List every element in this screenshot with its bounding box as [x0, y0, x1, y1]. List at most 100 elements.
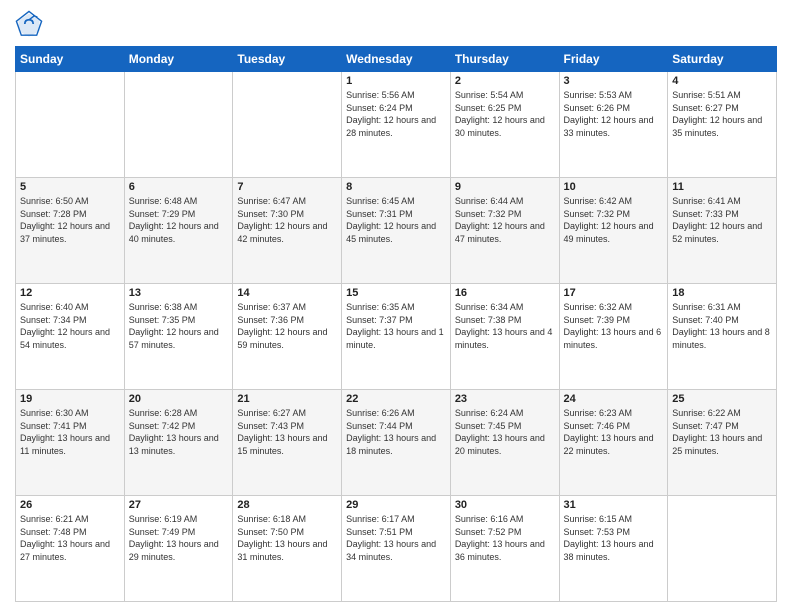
day-info: Sunrise: 6:16 AMSunset: 7:52 PMDaylight:… — [455, 513, 555, 563]
day-number: 20 — [129, 393, 229, 405]
day-info: Sunrise: 6:40 AMSunset: 7:34 PMDaylight:… — [20, 301, 120, 351]
day-number: 25 — [672, 393, 772, 405]
day-cell: 21Sunrise: 6:27 AMSunset: 7:43 PMDayligh… — [233, 390, 342, 496]
day-info: Sunrise: 6:22 AMSunset: 7:47 PMDaylight:… — [672, 407, 772, 457]
calendar-table: SundayMondayTuesdayWednesdayThursdayFrid… — [15, 46, 777, 602]
day-number: 30 — [455, 499, 555, 511]
day-number: 11 — [672, 181, 772, 193]
day-cell: 24Sunrise: 6:23 AMSunset: 7:46 PMDayligh… — [559, 390, 668, 496]
day-cell: 30 Sunrise: 6:16 AMSunset: 7:52 PMDayligh… — [450, 496, 559, 602]
day-info: Sunrise: 6:31 AMSunset: 7:40 PMDaylight:… — [672, 301, 772, 351]
day-number: 5 — [20, 181, 120, 193]
day-cell: 17 Sunrise: 6:32 AMSunset: 7:39 PMDayligh… — [559, 284, 668, 390]
day-number: 8 — [346, 181, 446, 193]
day-info: Sunrise: 6:44 AMSunset: 7:32 PMDaylight:… — [455, 195, 555, 245]
week-row-5: 26Sunrise: 6:21 AMSunset: 7:48 PMDayligh… — [16, 496, 777, 602]
logo — [15, 10, 47, 38]
day-cell: 1 Sunrise: 5:56 AMSunset: 6:24 PMDaylight… — [342, 72, 451, 178]
day-info: Sunrise: 6:50 AMSunset: 7:28 PMDaylight:… — [20, 195, 120, 245]
day-cell: 29Sunrise: 6:17 AMSunset: 7:51 PMDayligh… — [342, 496, 451, 602]
day-number: 28 — [237, 499, 337, 511]
day-number: 14 — [237, 287, 337, 299]
day-header-friday: Friday — [559, 47, 668, 72]
day-cell — [233, 72, 342, 178]
day-number: 27 — [129, 499, 229, 511]
day-cell: 2 Sunrise: 5:54 AMSunset: 6:25 PMDaylight… — [450, 72, 559, 178]
day-number: 31 — [564, 499, 664, 511]
day-cell: 6Sunrise: 6:48 AMSunset: 7:29 PMDaylight… — [124, 178, 233, 284]
day-cell: 4 Sunrise: 5:51 AMSunset: 6:27 PMDaylight… — [668, 72, 777, 178]
day-header-thursday: Thursday — [450, 47, 559, 72]
day-number: 7 — [237, 181, 337, 193]
day-number: 16 — [455, 287, 555, 299]
day-number: 4 — [672, 75, 772, 87]
day-number: 29 — [346, 499, 446, 511]
day-number: 22 — [346, 393, 446, 405]
day-cell: 14Sunrise: 6:37 AMSunset: 7:36 PMDayligh… — [233, 284, 342, 390]
day-info: Sunrise: 6:34 AMSunset: 7:38 PMDaylight:… — [455, 301, 555, 351]
day-header-sunday: Sunday — [16, 47, 125, 72]
day-info: Sunrise: 6:41 AMSunset: 7:33 PMDaylight:… — [672, 195, 772, 245]
day-cell: 3 Sunrise: 5:53 AMSunset: 6:26 PMDaylight… — [559, 72, 668, 178]
day-cell: 11 Sunrise: 6:41 AMSunset: 7:33 PMDayligh… — [668, 178, 777, 284]
day-number: 17 — [564, 287, 664, 299]
header — [15, 10, 777, 38]
day-cell: 31 Sunrise: 6:15 AMSunset: 7:53 PMDayligh… — [559, 496, 668, 602]
week-row-1: 1 Sunrise: 5:56 AMSunset: 6:24 PMDaylight… — [16, 72, 777, 178]
day-number: 21 — [237, 393, 337, 405]
day-cell: 7 Sunrise: 6:47 AMSunset: 7:30 PMDaylight… — [233, 178, 342, 284]
week-row-3: 12Sunrise: 6:40 AMSunset: 7:34 PMDayligh… — [16, 284, 777, 390]
day-cell: 27Sunrise: 6:19 AMSunset: 7:49 PMDayligh… — [124, 496, 233, 602]
day-number: 15 — [346, 287, 446, 299]
day-info: Sunrise: 6:15 AMSunset: 7:53 PMDaylight:… — [564, 513, 664, 563]
day-info: Sunrise: 5:56 AMSunset: 6:24 PMDaylight:… — [346, 89, 446, 139]
day-info: Sunrise: 6:35 AMSunset: 7:37 PMDaylight:… — [346, 301, 446, 351]
day-info: Sunrise: 6:45 AMSunset: 7:31 PMDaylight:… — [346, 195, 446, 245]
day-number: 18 — [672, 287, 772, 299]
day-info: Sunrise: 6:32 AMSunset: 7:39 PMDaylight:… — [564, 301, 664, 351]
day-info: Sunrise: 6:24 AMSunset: 7:45 PMDaylight:… — [455, 407, 555, 457]
day-cell: 23 Sunrise: 6:24 AMSunset: 7:45 PMDayligh… — [450, 390, 559, 496]
day-info: Sunrise: 5:53 AMSunset: 6:26 PMDaylight:… — [564, 89, 664, 139]
day-number: 13 — [129, 287, 229, 299]
page: SundayMondayTuesdayWednesdayThursdayFrid… — [0, 0, 792, 612]
day-cell: 25 Sunrise: 6:22 AMSunset: 7:47 PMDayligh… — [668, 390, 777, 496]
day-cell: 9 Sunrise: 6:44 AMSunset: 7:32 PMDaylight… — [450, 178, 559, 284]
day-number: 23 — [455, 393, 555, 405]
day-info: Sunrise: 5:54 AMSunset: 6:25 PMDaylight:… — [455, 89, 555, 139]
day-number: 3 — [564, 75, 664, 87]
day-cell: 26Sunrise: 6:21 AMSunset: 7:48 PMDayligh… — [16, 496, 125, 602]
day-header-wednesday: Wednesday — [342, 47, 451, 72]
day-number: 9 — [455, 181, 555, 193]
day-cell: 10Sunrise: 6:42 AMSunset: 7:32 PMDayligh… — [559, 178, 668, 284]
day-header-tuesday: Tuesday — [233, 47, 342, 72]
day-cell: 18 Sunrise: 6:31 AMSunset: 7:40 PMDayligh… — [668, 284, 777, 390]
day-info: Sunrise: 6:30 AMSunset: 7:41 PMDaylight:… — [20, 407, 120, 457]
day-number: 2 — [455, 75, 555, 87]
day-cell: 28 Sunrise: 6:18 AMSunset: 7:50 PMDayligh… — [233, 496, 342, 602]
day-cell — [124, 72, 233, 178]
day-info: Sunrise: 6:18 AMSunset: 7:50 PMDaylight:… — [237, 513, 337, 563]
day-number: 1 — [346, 75, 446, 87]
day-cell: 20 Sunrise: 6:28 AMSunset: 7:42 PMDayligh… — [124, 390, 233, 496]
logo-icon — [15, 10, 43, 38]
day-cell — [16, 72, 125, 178]
day-cell: 15 Sunrise: 6:35 AMSunset: 7:37 PMDayligh… — [342, 284, 451, 390]
day-info: Sunrise: 6:42 AMSunset: 7:32 PMDaylight:… — [564, 195, 664, 245]
day-info: Sunrise: 6:28 AMSunset: 7:42 PMDaylight:… — [129, 407, 229, 457]
day-info: Sunrise: 5:51 AMSunset: 6:27 PMDaylight:… — [672, 89, 772, 139]
day-header-monday: Monday — [124, 47, 233, 72]
day-number: 19 — [20, 393, 120, 405]
day-info: Sunrise: 6:21 AMSunset: 7:48 PMDaylight:… — [20, 513, 120, 563]
day-info: Sunrise: 6:38 AMSunset: 7:35 PMDaylight:… — [129, 301, 229, 351]
header-row: SundayMondayTuesdayWednesdayThursdayFrid… — [16, 47, 777, 72]
day-cell: 8 Sunrise: 6:45 AMSunset: 7:31 PMDaylight… — [342, 178, 451, 284]
week-row-2: 5 Sunrise: 6:50 AMSunset: 7:28 PMDaylight… — [16, 178, 777, 284]
day-cell — [668, 496, 777, 602]
day-cell: 5 Sunrise: 6:50 AMSunset: 7:28 PMDaylight… — [16, 178, 125, 284]
day-cell: 22 Sunrise: 6:26 AMSunset: 7:44 PMDayligh… — [342, 390, 451, 496]
day-info: Sunrise: 6:48 AMSunset: 7:29 PMDaylight:… — [129, 195, 229, 245]
day-cell: 19 Sunrise: 6:30 AMSunset: 7:41 PMDayligh… — [16, 390, 125, 496]
day-info: Sunrise: 6:26 AMSunset: 7:44 PMDaylight:… — [346, 407, 446, 457]
day-info: Sunrise: 6:47 AMSunset: 7:30 PMDaylight:… — [237, 195, 337, 245]
